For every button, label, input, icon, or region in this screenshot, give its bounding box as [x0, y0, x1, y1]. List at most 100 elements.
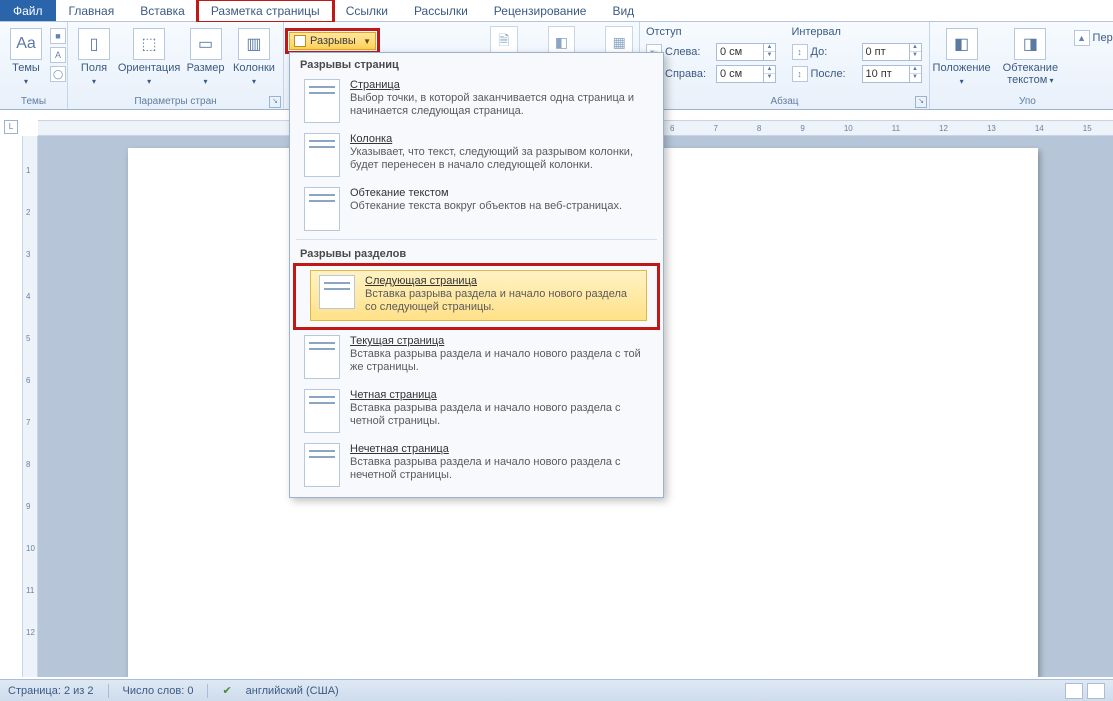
tab-references[interactable]: Ссылки — [333, 0, 401, 21]
spin-down-icon[interactable]: ▼ — [764, 74, 775, 82]
odd-page-break-icon — [304, 443, 340, 487]
ruler-vertical[interactable]: 1 2 3 4 5 6 7 8 9 10 11 12 — [22, 136, 38, 677]
spin-down-icon[interactable]: ▼ — [910, 52, 921, 60]
dd-item-cont-title: Текущая страница — [350, 335, 653, 347]
dd-item-continuous[interactable]: Текущая страницаВставка разрыва раздела … — [290, 331, 663, 385]
tab-review[interactable]: Рецензирование — [481, 0, 600, 21]
theme-fonts-icon[interactable]: A — [50, 47, 66, 63]
dd-item-column-title: Колонка — [350, 133, 653, 145]
orientation-button[interactable]: ⬚ Ориентация — [118, 26, 180, 90]
tab-insert[interactable]: Вставка — [127, 0, 198, 21]
tab-selector[interactable]: L — [4, 120, 18, 134]
size-label: Размер — [187, 62, 225, 88]
themes-label: Темы — [10, 62, 42, 88]
dd-item-odd-page[interactable]: Нечетная страницаВставка разрыва раздела… — [290, 439, 663, 493]
spacing-after-icon: ↕ — [792, 66, 808, 82]
margins-button[interactable]: ▯ Поля — [74, 26, 114, 90]
status-page[interactable]: Страница: 2 из 2 — [8, 685, 94, 697]
theme-colors-icon[interactable]: ■ — [50, 28, 66, 44]
view-full-screen-button[interactable] — [1087, 683, 1105, 699]
columns-icon: ▥ — [238, 28, 270, 60]
dd-item-next-page[interactable]: Следующая страницаВставка разрыва раздел… — [296, 266, 657, 327]
spacing-after-label: После: — [811, 68, 859, 80]
tab-file[interactable]: Файл — [0, 0, 56, 21]
spin-up-icon[interactable]: ▲ — [764, 44, 775, 52]
status-word-count[interactable]: Число слов: 0 — [123, 685, 194, 697]
tab-page-layout[interactable]: Разметка страницы — [198, 0, 333, 22]
dd-item-page-title: Страница — [350, 79, 653, 91]
position-label: Положение — [933, 62, 991, 88]
size-button[interactable]: ▭ Размер — [184, 26, 227, 90]
spacing-before-input[interactable] — [863, 46, 909, 58]
group-paragraph: Отступ ⇤ Слева: ▲▼ ⇥ Справа: ▲▼ Интервал — [640, 22, 930, 109]
indent-left-row: ⇤ Слева: ▲▼ — [646, 42, 778, 62]
indent-left-spinner[interactable]: ▲▼ — [716, 43, 776, 61]
dd-item-column[interactable]: КолонкаУказывает, что текст, следующий з… — [290, 129, 663, 183]
dd-item-wrap-title: Обтекание текстом — [350, 187, 622, 199]
even-page-break-icon — [304, 389, 340, 433]
paragraph-dialog-launcher[interactable]: ↘ — [915, 96, 927, 108]
breaks-button[interactable]: Разрывы ▼ — [289, 32, 376, 50]
page-break-icon — [304, 79, 340, 123]
spin-down-icon[interactable]: ▼ — [910, 74, 921, 82]
theme-effects-icon[interactable]: ◯ — [50, 66, 66, 82]
wrap-text-button[interactable]: ◨ Обтекание текстом — [991, 26, 1069, 89]
indent-right-input[interactable] — [717, 68, 763, 80]
dd-item-even-page[interactable]: Четная страницаВставка разрыва раздела и… — [290, 385, 663, 439]
ruler-v-num: 4 — [26, 292, 30, 301]
themes-button[interactable]: Aa Темы — [6, 26, 46, 90]
tab-view[interactable]: Вид — [599, 0, 647, 21]
spacing-after-spinner[interactable]: ▲▼ — [862, 65, 922, 83]
next-page-break-icon — [319, 275, 355, 309]
dd-separator — [296, 239, 657, 240]
dd-item-text-wrapping[interactable]: Обтекание текстомОбтекание текста вокруг… — [290, 183, 663, 237]
spellcheck-icon[interactable]: ✔ — [222, 684, 231, 697]
dd-item-odd-desc: Вставка разрыва раздела и начало нового … — [350, 456, 653, 482]
status-language[interactable]: английский (США) — [246, 685, 339, 697]
status-sep — [108, 684, 109, 698]
ruler-v-num: 10 — [26, 544, 35, 553]
ruler-h-num: 12 — [939, 124, 948, 133]
spin-down-icon[interactable]: ▼ — [764, 52, 775, 60]
tab-mailings[interactable]: Рассылки — [401, 0, 481, 21]
spin-up-icon[interactable]: ▲ — [764, 66, 775, 74]
spin-up-icon[interactable]: ▲ — [910, 44, 921, 52]
ruler-h-num: 14 — [1035, 124, 1044, 133]
ruler-h-num: 8 — [757, 124, 761, 133]
spacing-after-input[interactable] — [863, 68, 909, 80]
ruler-v-num: 8 — [26, 460, 30, 469]
indent-left-label: Слева: — [665, 46, 713, 58]
ruler-v-num: 3 — [26, 250, 30, 259]
ruler-v-num: 2 — [26, 208, 30, 217]
ribbon: Aa Темы ■ A ◯ Темы ▯ Поля ⬚ Ориентация ▭ — [0, 22, 1113, 110]
dd-item-page[interactable]: СтраницаВыбор точки, в которой заканчива… — [290, 75, 663, 129]
ruler-h-num: 15 — [1083, 124, 1092, 133]
ruler-v-num: 7 — [26, 418, 30, 427]
spacing-before-spinner[interactable]: ▲▼ — [862, 43, 922, 61]
chevron-down-icon: ▼ — [363, 37, 371, 46]
group-themes-label: Темы — [6, 96, 61, 109]
dd-item-odd-title: Нечетная страница — [350, 443, 653, 455]
themes-icon: Aa — [10, 28, 42, 60]
ruler-v-num: 1 — [26, 166, 30, 175]
spacing-after-row: ↕ После: ▲▼ — [792, 64, 924, 84]
ruler-h-num: 13 — [987, 124, 996, 133]
ruler-h-num: 6 — [670, 124, 674, 133]
spacing-header: Интервал — [792, 26, 924, 40]
ruler-h-num: 7 — [713, 124, 717, 133]
dd-item-next-title: Следующая страница — [365, 275, 638, 287]
indent-header: Отступ — [646, 26, 778, 40]
view-print-layout-button[interactable] — [1065, 683, 1083, 699]
ruler-h-num: 9 — [800, 124, 804, 133]
indent-right-spinner[interactable]: ▲▼ — [716, 65, 776, 83]
ruler-v-num: 5 — [26, 334, 30, 343]
columns-button[interactable]: ▥ Колонки — [231, 26, 277, 90]
page-setup-dialog-launcher[interactable]: ↘ — [269, 96, 281, 108]
dd-section-page-breaks: Разрывы страниц — [290, 53, 663, 75]
position-button[interactable]: ◧ Положение — [936, 26, 987, 90]
spin-up-icon[interactable]: ▲ — [910, 66, 921, 74]
breaks-icon — [294, 35, 306, 47]
bring-forward-button[interactable]: ▲Пере — [1074, 28, 1113, 48]
indent-left-input[interactable] — [717, 46, 763, 58]
tab-home[interactable]: Главная — [56, 0, 128, 21]
